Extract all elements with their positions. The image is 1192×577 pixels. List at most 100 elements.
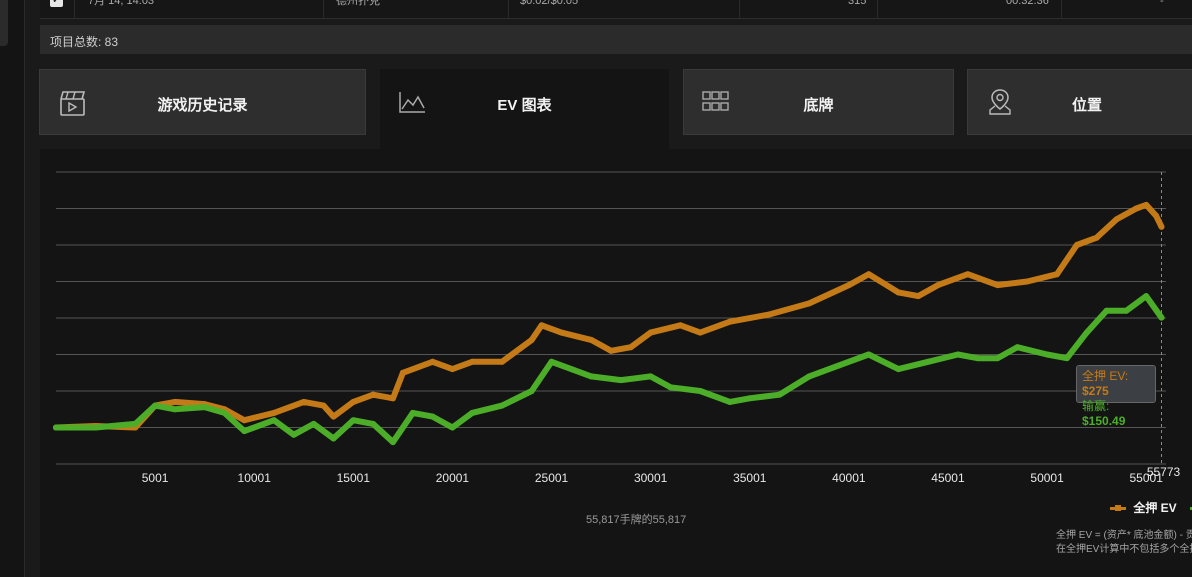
x-tick-label: 45001 <box>931 471 965 485</box>
chart-tooltip: 全押 EV: $275 输赢: $150.49 <box>1076 365 1156 428</box>
series-point-allin-ev <box>865 271 872 278</box>
series-point-winnings <box>132 420 139 427</box>
x-tick-label: 30001 <box>634 471 668 485</box>
series-point-allin-ev <box>300 398 307 405</box>
tab-position[interactable]: 位置 <box>967 69 1192 135</box>
series-point-winnings <box>647 373 654 380</box>
series-point-allin-ev <box>964 271 971 278</box>
series-point-winnings <box>895 366 902 373</box>
series-point-allin-ev <box>429 358 436 365</box>
tooltip-win-label: 输赢: <box>1082 399 1110 413</box>
series-point-winnings <box>697 388 704 394</box>
tab-ev-chart[interactable]: EV 图表 <box>380 69 669 150</box>
series-point-allin-ev <box>1073 242 1080 248</box>
series-point-allin-ev <box>1113 216 1120 223</box>
series-point-winnings <box>92 424 99 431</box>
legend-swatch-ev <box>1110 505 1126 512</box>
series-point-allin-ev <box>1133 205 1140 212</box>
series-point-winnings <box>449 424 456 431</box>
tab-label: 位置 <box>1071 97 1102 114</box>
series-point-allin-ev <box>994 282 1001 289</box>
column-divider <box>508 0 509 18</box>
series-point-winnings <box>409 409 416 416</box>
table-cell-date: 7月 14, 14:03 <box>88 0 155 7</box>
chart-legend[interactable]: 全押 EV <box>1110 499 1192 516</box>
series-point-winnings <box>330 435 337 442</box>
tooltip-win-value: $150.49 <box>1082 414 1126 428</box>
table-cell-duration: 00:32:36 <box>1006 0 1049 7</box>
series-point-allin-ev <box>241 417 248 424</box>
x-last-tick-label: 55773 <box>1147 465 1181 479</box>
ev-chart-panel: -$5$0$50$100$150$200$250$300$35050011000… <box>40 149 1192 577</box>
series-point-winnings <box>568 366 575 373</box>
table-row[interactable]: ✓ 7月 14, 14:03 德州扑克 $0.02/$0.05 315 00:3… <box>40 0 1192 19</box>
series-point-allin-ev <box>469 358 476 365</box>
tab-game-history[interactable]: 游戏历史记录 <box>39 69 366 135</box>
series-point-allin-ev <box>1024 278 1031 285</box>
series-point-winnings <box>974 355 981 362</box>
series-line-allin-ev <box>53 201 1165 431</box>
series-point-allin-ev <box>449 366 456 373</box>
series-point-winnings <box>1014 344 1021 351</box>
series-point-winnings <box>429 413 436 420</box>
chart-hands-caption: 55,817手牌的55,817 <box>586 514 687 526</box>
tooltip-ev-label: 全押 EV: <box>1082 369 1129 383</box>
series-point-allin-ev <box>320 402 327 409</box>
series-point-allin-ev <box>627 344 634 351</box>
legend-label-ev[interactable]: 全押 EV <box>1133 501 1176 515</box>
series-point-winnings <box>746 395 753 402</box>
footnote-line-1: 全押 EV = (资产* 底池金额) - 贡献 <box>1056 530 1192 541</box>
series-point-allin-ev <box>697 329 704 336</box>
series-point-winnings <box>498 402 505 409</box>
series-point-winnings <box>171 406 178 413</box>
tooltip-ev-value: $275 <box>1082 384 1109 398</box>
series-point-allin-ev <box>538 322 545 329</box>
series-point-winnings <box>1083 329 1090 336</box>
series-point-winnings <box>925 358 932 365</box>
series-point-allin-ev <box>607 347 614 354</box>
column-divider <box>1061 0 1062 18</box>
series-point-winnings <box>152 402 159 409</box>
series-point-winnings <box>726 398 733 405</box>
left-sidebar-strip <box>0 0 25 577</box>
series-point-allin-ev <box>528 336 535 343</box>
series-point-winnings <box>776 391 783 398</box>
series-point-allin-ev <box>558 329 565 336</box>
tab-hole-cards[interactable]: 底牌 <box>683 69 954 135</box>
footnote-line-2: 在全押EV计算中不包括多个全押情况 <box>1056 544 1192 555</box>
table-cell-stakes: $0.02/$0.05 <box>520 0 579 7</box>
series-point-allin-ev <box>271 409 278 416</box>
series-point-allin-ev <box>935 282 942 289</box>
row-checkbox[interactable]: ✓ <box>50 0 63 7</box>
series-point-allin-ev <box>915 293 922 300</box>
series-point-winnings <box>389 439 396 446</box>
series-point-allin-ev <box>370 391 377 398</box>
series-point-winnings <box>221 409 228 416</box>
series-point-allin-ev <box>677 322 684 329</box>
chart-footnote: 全押 EV = (资产* 底池金额) - 贡献 在全押EV计算中不包括多个全押情… <box>1056 529 1192 557</box>
series-point-winnings <box>865 351 872 358</box>
series-point-winnings <box>310 420 317 427</box>
series-point-winnings <box>617 377 624 384</box>
table-cell-hands: 315 <box>848 0 867 7</box>
series-point-winnings <box>350 417 357 424</box>
tab-label: 游戏历史记录 <box>157 97 248 114</box>
series-point-winnings <box>469 409 476 416</box>
x-tick-label: 20001 <box>436 471 470 485</box>
series-point-allin-ev <box>399 369 406 376</box>
total-count-bar: 项目总数: 83 <box>40 25 1192 54</box>
series-point-allin-ev <box>1093 234 1100 241</box>
series-point-winnings <box>954 351 961 358</box>
series-point-winnings <box>994 355 1001 362</box>
series-point-winnings <box>271 417 278 424</box>
series-point-winnings <box>1063 355 1070 362</box>
x-tick-label: 5001 <box>142 471 169 485</box>
series-point-allin-ev <box>588 336 595 343</box>
series-point-winnings <box>835 362 842 369</box>
series-point-winnings <box>528 388 535 394</box>
column-divider <box>323 0 324 18</box>
series-point-allin-ev <box>845 282 852 289</box>
series-point-allin-ev <box>330 413 337 420</box>
series-point-winnings <box>1103 307 1110 314</box>
column-divider <box>74 0 75 18</box>
